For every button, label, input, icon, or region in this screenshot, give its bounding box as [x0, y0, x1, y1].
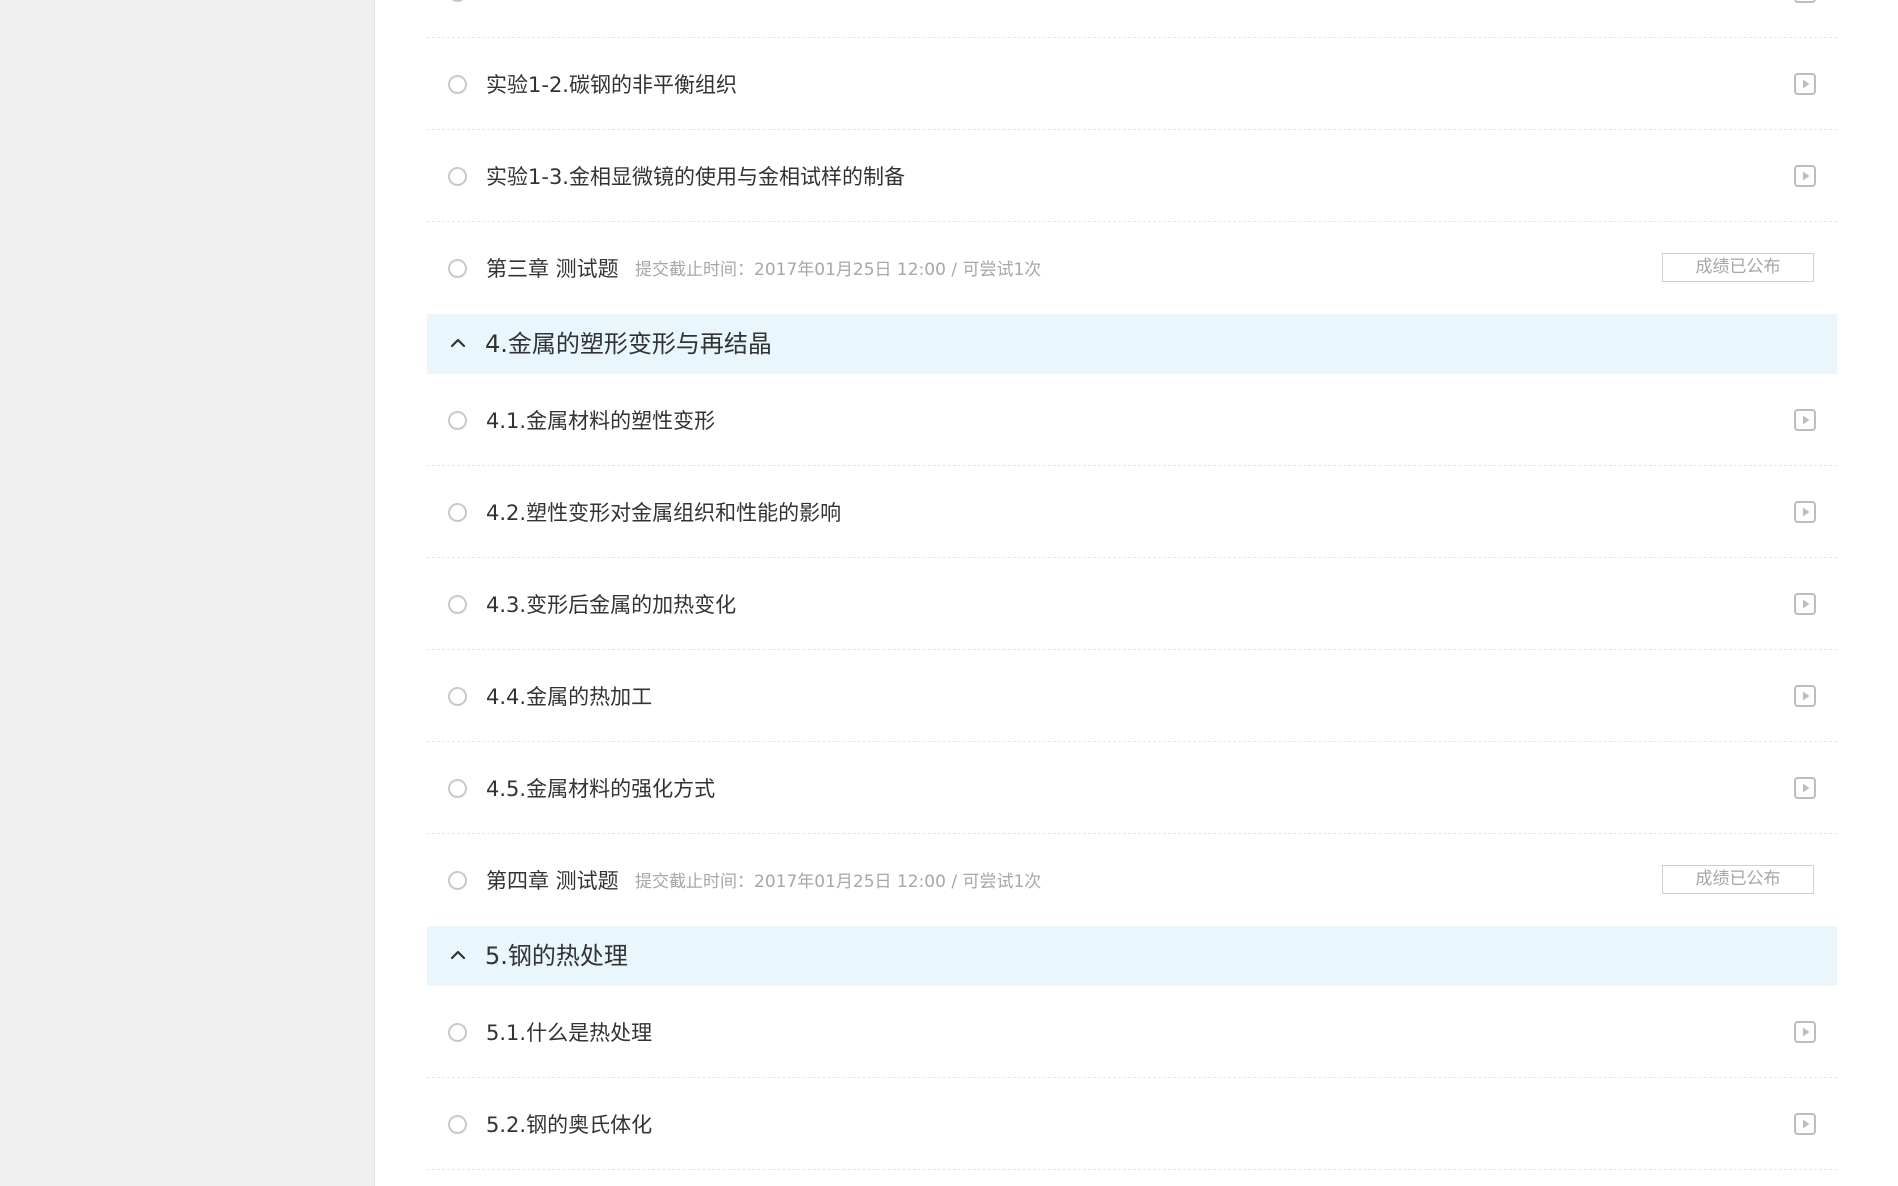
video-play-icon[interactable]	[1793, 408, 1817, 432]
lesson-title[interactable]: 4.2.塑性变形对金属组织和性能的影响	[486, 499, 841, 527]
chapter-header[interactable]: 5.钢的热处理	[427, 926, 1837, 986]
lesson-row[interactable]: 4.3.变形后金属的加热变化	[427, 558, 1837, 650]
progress-circle-icon	[448, 167, 467, 186]
progress-circle-icon	[448, 595, 467, 614]
lesson-row[interactable]: 5.1.什么是热处理	[427, 986, 1837, 1078]
video-play-icon[interactable]	[1793, 164, 1817, 188]
progress-circle-icon	[448, 503, 467, 522]
lesson-row-partial[interactable]	[427, 0, 1837, 38]
quiz-title[interactable]: 第四章 测试题	[486, 867, 619, 895]
quiz-row[interactable]: 第三章 测试题 提交截止时间：2017年01月25日 12:00 / 可尝试1次…	[427, 222, 1837, 314]
lesson-title[interactable]: 实验1-3.金相显微镜的使用与金相试样的制备	[486, 163, 905, 191]
quiz-deadline: 提交截止时间：2017年01月25日 12:00 / 可尝试1次	[635, 260, 1042, 280]
video-play-icon[interactable]	[1793, 776, 1817, 800]
progress-circle-icon	[448, 0, 467, 2]
video-play-icon[interactable]	[1793, 72, 1817, 96]
lesson-title[interactable]: 5.2.钢的奥氏体化	[486, 1111, 652, 1139]
lesson-row[interactable]: 4.4.金属的热加工	[427, 650, 1837, 742]
status-badge[interactable]: 成绩已公布	[1662, 865, 1814, 894]
progress-circle-icon	[448, 259, 467, 278]
video-play-icon[interactable]	[1793, 684, 1817, 708]
progress-circle-icon	[448, 1023, 467, 1042]
lesson-row[interactable]: 5.2.钢的奥氏体化	[427, 1078, 1837, 1170]
chapter-header[interactable]: 4.金属的塑形变形与再结晶	[427, 314, 1837, 374]
progress-circle-icon	[448, 687, 467, 706]
video-play-icon[interactable]	[1793, 1112, 1817, 1136]
status-badge[interactable]: 成绩已公布	[1662, 253, 1814, 282]
progress-circle-icon	[448, 779, 467, 798]
progress-circle-icon	[448, 871, 467, 890]
lesson-row[interactable]: 4.1.金属材料的塑性变形	[427, 374, 1837, 466]
chapter-title: 4.金属的塑形变形与再结晶	[485, 330, 772, 358]
lesson-title[interactable]: 4.5.金属材料的强化方式	[486, 775, 715, 803]
lesson-row[interactable]: 4.5.金属材料的强化方式	[427, 742, 1837, 834]
progress-circle-icon	[448, 1115, 467, 1134]
quiz-row[interactable]: 第四章 测试题 提交截止时间：2017年01月25日 12:00 / 可尝试1次…	[427, 834, 1837, 926]
progress-circle-icon	[448, 75, 467, 94]
chevron-up-icon[interactable]	[448, 945, 468, 965]
chevron-up-icon[interactable]	[448, 333, 468, 353]
video-play-icon[interactable]	[1793, 500, 1817, 524]
lesson-title[interactable]: 4.4.金属的热加工	[486, 683, 652, 711]
chapter-title: 5.钢的热处理	[485, 942, 628, 970]
quiz-title[interactable]: 第三章 测试题	[486, 255, 619, 283]
course-outline: 实验1-2.碳钢的非平衡组织 实验1-3.金相显微镜的使用与金相试样的制备 第三…	[375, 0, 1877, 1186]
lesson-title[interactable]: 4.1.金属材料的塑性变形	[486, 407, 715, 435]
right-gutter	[1877, 0, 1898, 1186]
lesson-row[interactable]: 实验1-2.碳钢的非平衡组织	[427, 38, 1837, 130]
lesson-title[interactable]: 4.3.变形后金属的加热变化	[486, 591, 736, 619]
lesson-row[interactable]: 实验1-3.金相显微镜的使用与金相试样的制备	[427, 130, 1837, 222]
lesson-title[interactable]: 5.1.什么是热处理	[486, 1019, 652, 1047]
left-gutter	[0, 0, 375, 1186]
quiz-deadline: 提交截止时间：2017年01月25日 12:00 / 可尝试1次	[635, 872, 1042, 892]
progress-circle-icon	[448, 411, 467, 430]
lesson-row[interactable]: 4.2.塑性变形对金属组织和性能的影响	[427, 466, 1837, 558]
video-play-icon[interactable]	[1793, 592, 1817, 616]
video-play-icon[interactable]	[1793, 1020, 1817, 1044]
video-play-icon[interactable]	[1793, 0, 1817, 4]
lesson-title[interactable]: 实验1-2.碳钢的非平衡组织	[486, 71, 737, 99]
